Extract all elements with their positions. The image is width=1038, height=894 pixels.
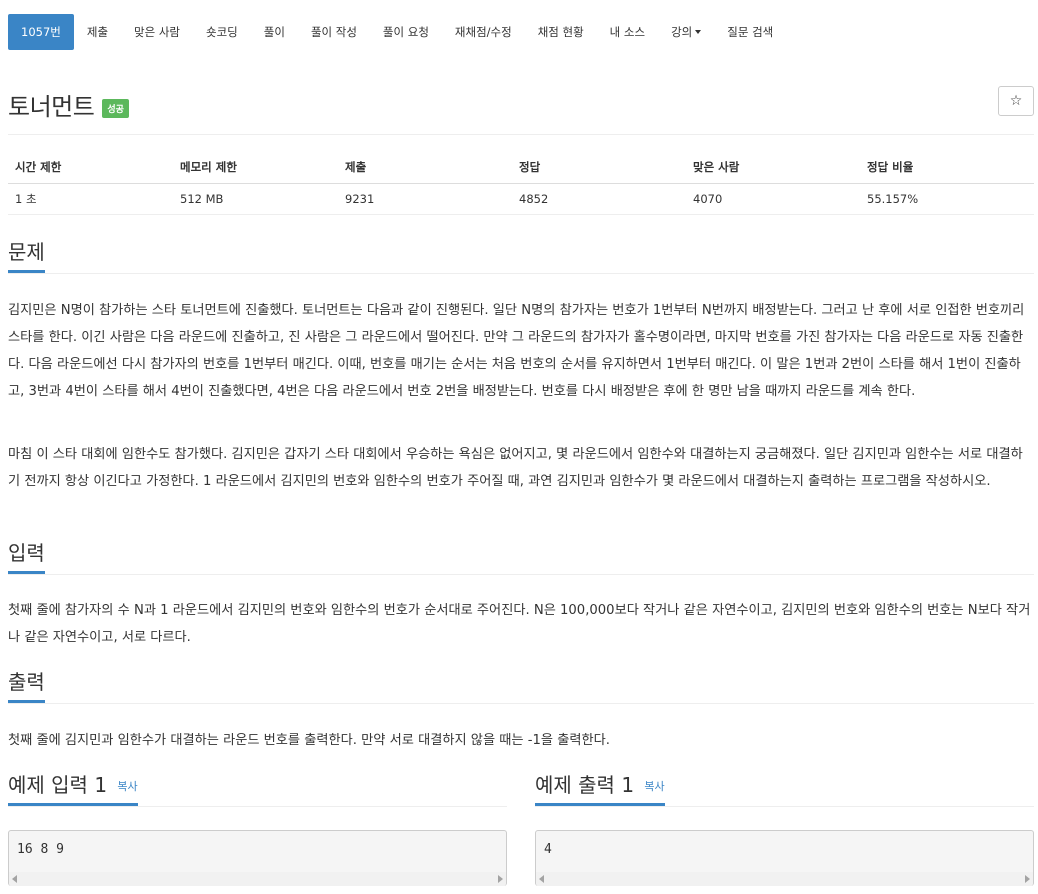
menu-lectures-dropdown[interactable]: 강의: [658, 14, 714, 50]
section-title: 입력: [8, 541, 45, 574]
problem-description-heading: 문제: [8, 240, 1034, 274]
sample-input-heading: 예제 입력 1 복사: [8, 773, 507, 807]
menu-label: 풀이: [263, 25, 285, 39]
output-heading: 출력: [8, 670, 1034, 704]
sample-input-box[interactable]: 16 8 9: [8, 830, 507, 886]
header-accept-ratio: 정답 비율: [860, 152, 1034, 184]
horizontal-scrollbar[interactable]: [9, 872, 506, 886]
menu-accepted-users[interactable]: 맞은 사람: [121, 14, 193, 50]
memory-limit-value: 512 MB: [173, 183, 338, 215]
favorite-button[interactable]: ☆: [998, 86, 1034, 116]
problem-info-table: 시간 제한 메모리 제한 제출 정답 맞은 사람 정답 비율 1 초 512 M…: [8, 152, 1034, 215]
menu-short-coding[interactable]: 숏코딩: [193, 14, 251, 50]
menu-label: 1057번: [21, 25, 61, 39]
sample-input-content: 16 8 9: [17, 842, 64, 857]
menu-label: 제출: [86, 25, 109, 39]
sample-input-title: 예제 입력 1: [8, 773, 108, 797]
table-row: 1 초 512 MB 9231 4852 4070 55.157%: [8, 183, 1034, 215]
section-title: 출력: [8, 670, 45, 703]
problem-description-paragraph: 마침 이 스타 대회에 임한수도 참가했다. 김지민은 갑자기 스타 대회에서 …: [8, 447, 1023, 489]
section-title: 예제 출력 1 복사: [535, 773, 665, 806]
scroll-left-icon[interactable]: [12, 875, 17, 883]
header-submissions: 제출: [338, 152, 512, 184]
menu-label: 숏코딩: [206, 25, 238, 39]
scroll-left-icon[interactable]: [539, 875, 544, 883]
sample-output-box[interactable]: 4: [535, 830, 1034, 886]
sample-output-heading: 예제 출력 1 복사: [535, 773, 1034, 807]
menu-label: 풀이 작성: [310, 25, 357, 39]
problem-menu: 1057번 제출 맞은 사람 숏코딩 풀이 풀이 작성 풀이 요청 재채점/수정…: [8, 14, 786, 50]
accept-ratio-value: 55.157%: [860, 183, 1034, 215]
menu-request-solution[interactable]: 풀이 요청: [370, 14, 442, 50]
horizontal-scrollbar[interactable]: [536, 872, 1033, 886]
caret-down-icon: [695, 30, 702, 34]
menu-submit[interactable]: 제출: [74, 14, 121, 50]
header-memory-limit: 메모리 제한: [173, 152, 338, 184]
header-time-limit: 시간 제한: [8, 152, 173, 184]
scroll-right-icon[interactable]: [1025, 875, 1030, 883]
menu-rejudge[interactable]: 재채점/수정: [442, 14, 525, 50]
status-badge: 성공: [102, 98, 129, 118]
star-icon: ☆: [1009, 93, 1023, 109]
sample-output-title: 예제 출력 1: [535, 773, 635, 797]
menu-question-search[interactable]: 질문 검색: [714, 14, 786, 50]
submissions-value: 9231: [338, 183, 512, 215]
copy-sample-input-button[interactable]: 복사: [117, 780, 137, 793]
scroll-right-icon[interactable]: [498, 875, 503, 883]
menu-write-solution[interactable]: 풀이 작성: [298, 14, 370, 50]
menu-label: 풀이 요청: [382, 25, 429, 39]
accepted-value: 4852: [512, 183, 686, 215]
menu-label: 맞은 사람: [134, 25, 181, 39]
problem-header: 토너먼트 성공 ☆: [8, 84, 1034, 124]
header-accepted-users: 맞은 사람: [686, 152, 860, 184]
input-description: 첫째 줄에 참가자의 수 N과 1 라운드에서 김지민의 번호와 임한수의 번호…: [8, 603, 1031, 645]
section-title: 예제 입력 1 복사: [8, 773, 138, 806]
menu-label: 채점 현황: [537, 25, 584, 39]
menu-label: 내 소스: [609, 25, 646, 39]
section-title: 문제: [8, 240, 45, 273]
divider: [8, 134, 1034, 135]
copy-sample-output-button[interactable]: 복사: [644, 780, 664, 793]
sample-output-content: 4: [544, 842, 552, 857]
menu-my-source[interactable]: 내 소스: [597, 14, 658, 50]
table-header-row: 시간 제한 메모리 제한 제출 정답 맞은 사람 정답 비율: [8, 152, 1034, 184]
time-limit-value: 1 초: [8, 183, 173, 215]
menu-problem-number[interactable]: 1057번: [8, 14, 74, 50]
menu-label: 질문 검색: [727, 25, 774, 39]
problem-description-paragraph: 김지민은 N명이 참가하는 스타 토너먼트에 진출했다. 토너먼트는 다음과 같…: [8, 303, 1025, 399]
header-accepted: 정답: [512, 152, 686, 184]
input-heading: 입력: [8, 541, 1034, 575]
menu-judge-status[interactable]: 채점 현황: [525, 14, 597, 50]
problem-title: 토너먼트: [8, 92, 95, 121]
menu-label: 재채점/수정: [454, 25, 512, 39]
accepted-users-value: 4070: [686, 183, 860, 215]
menu-solutions[interactable]: 풀이: [251, 14, 298, 50]
menu-label: 강의: [671, 25, 693, 39]
output-description: 첫째 줄에 김지민과 임한수가 대결하는 라운드 번호를 출력한다. 만약 서로…: [8, 733, 610, 748]
